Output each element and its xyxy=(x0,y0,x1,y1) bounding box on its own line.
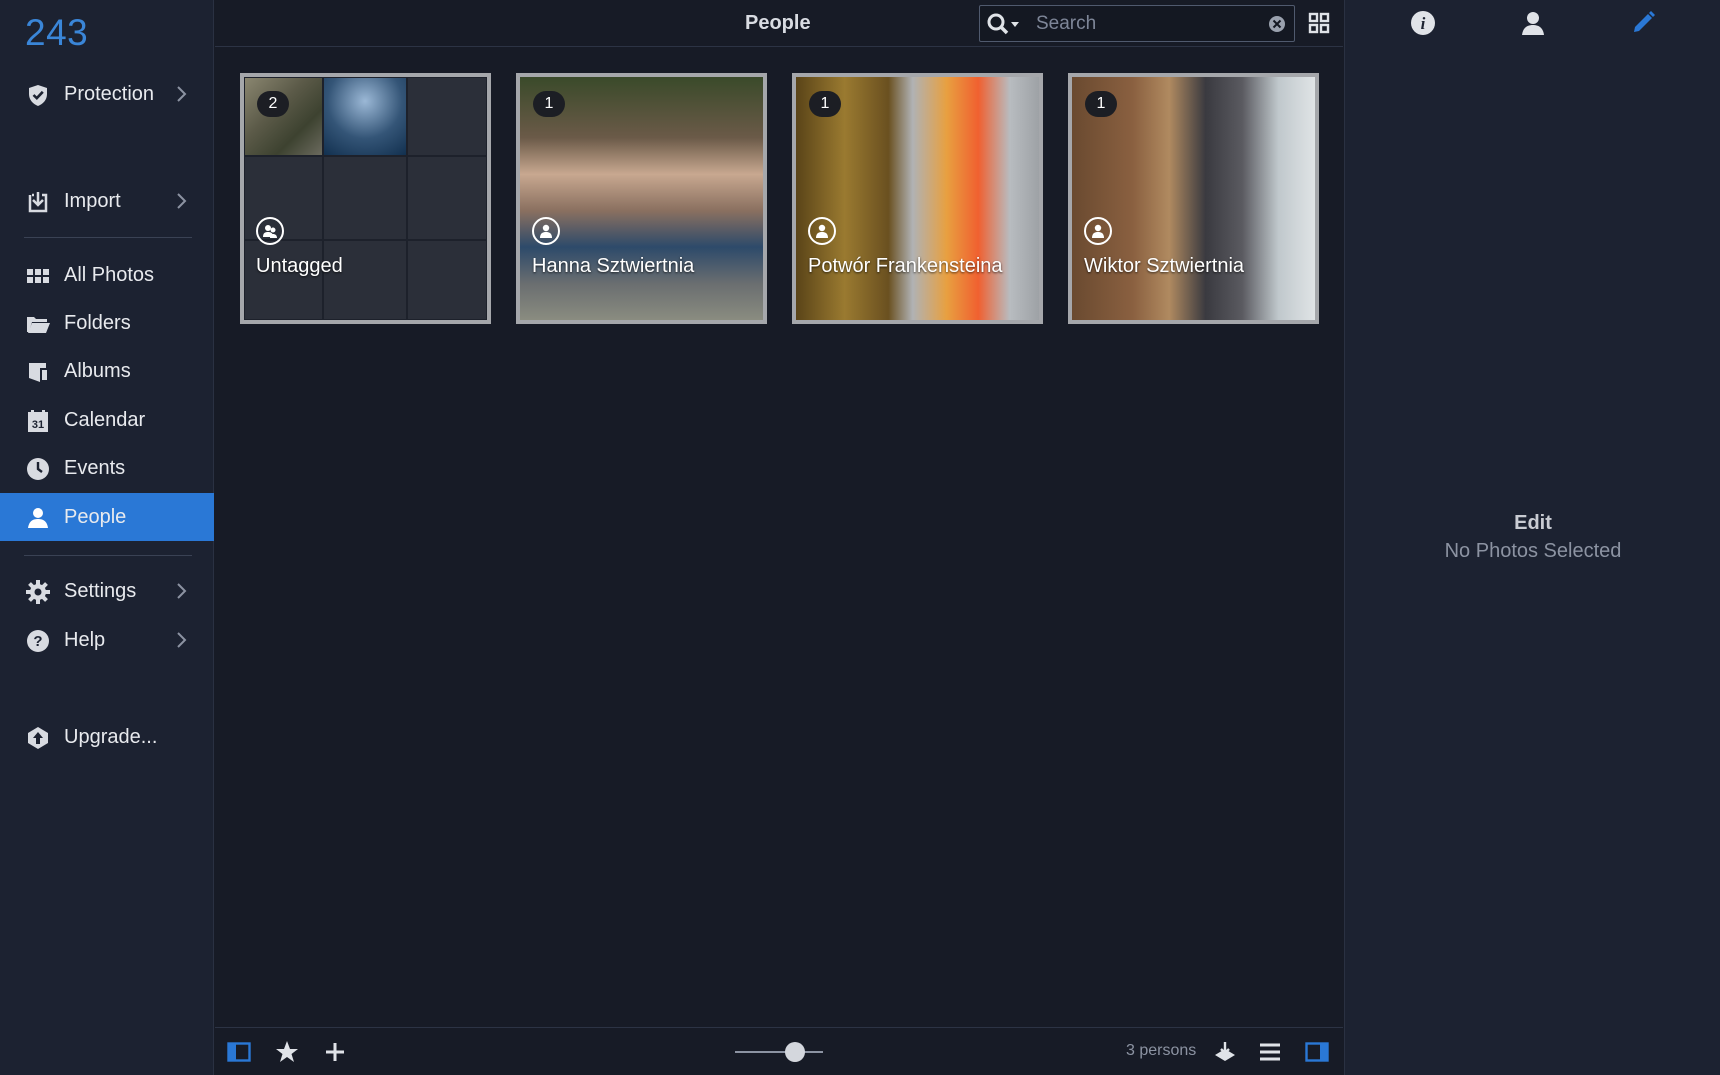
svg-text:31: 31 xyxy=(32,419,44,431)
upgrade-icon xyxy=(26,726,50,750)
photo-count-badge: 1 xyxy=(1085,91,1117,117)
sidebar-item-events[interactable]: Events xyxy=(0,444,214,492)
toggle-sidebar-icon[interactable] xyxy=(227,1040,251,1064)
add-icon[interactable] xyxy=(323,1040,347,1064)
chevron-right-icon xyxy=(176,630,188,650)
sidebar-item-protection[interactable]: Protection xyxy=(0,70,214,118)
zoom-slider-track[interactable] xyxy=(735,1051,823,1053)
sidebar-item-label: All Photos xyxy=(64,264,155,286)
zoom-slider-knob[interactable] xyxy=(785,1042,805,1062)
person-icon xyxy=(808,217,836,245)
edit-pencil-icon[interactable] xyxy=(1630,10,1656,36)
photo-count-badge: 2 xyxy=(257,91,289,117)
page-title: People xyxy=(745,12,811,34)
thumbnail-photo xyxy=(244,77,323,156)
no-selection-text: No Photos Selected xyxy=(1444,540,1622,562)
untagged-faces-icon xyxy=(256,217,284,245)
status-count: 3 persons xyxy=(1126,1042,1197,1059)
person-icon xyxy=(532,217,560,245)
chevron-right-icon xyxy=(176,191,188,211)
gear-icon xyxy=(26,580,50,604)
sidebar-item-people[interactable]: People xyxy=(0,493,214,541)
sidebar-item-label: Settings xyxy=(64,580,137,602)
sidebar-item-label: People xyxy=(64,506,127,528)
photo-count-badge: 1 xyxy=(533,91,565,117)
sidebar-item-label: Calendar xyxy=(64,409,146,431)
chevron-right-icon xyxy=(176,581,188,601)
sidebar-item-all-photos[interactable]: All Photos xyxy=(0,251,214,299)
sidebar-item-help[interactable]: ? Help xyxy=(0,616,214,664)
sidebar-divider xyxy=(24,237,192,238)
grid-cell xyxy=(323,240,407,320)
grid-icon xyxy=(26,264,50,288)
sidebar-item-settings[interactable]: Settings xyxy=(0,567,214,615)
photo-count-badge: 1 xyxy=(809,91,841,117)
header: People xyxy=(215,0,1343,47)
person-card-frankenstein[interactable]: 1 Potwór Frankensteina xyxy=(792,73,1043,324)
footer-toolbar: 3 persons xyxy=(215,1027,1343,1075)
grid-view-icon[interactable] xyxy=(1308,12,1330,34)
import-icon xyxy=(26,190,50,214)
person-name: Potwór Frankensteina xyxy=(808,255,1003,277)
sidebar-item-import[interactable]: Import xyxy=(0,177,214,225)
sidebar-item-label: Folders xyxy=(64,312,131,334)
download-icon[interactable] xyxy=(1213,1040,1237,1064)
svg-text:i: i xyxy=(1421,14,1426,33)
sidebar-item-albums[interactable]: Albums xyxy=(0,347,214,395)
person-icon xyxy=(26,506,50,530)
info-icon[interactable]: i xyxy=(1410,10,1436,36)
sidebar-item-label: Albums xyxy=(64,360,131,382)
grid-cell xyxy=(407,240,487,320)
folder-icon xyxy=(26,312,50,336)
clear-search-icon[interactable] xyxy=(1268,15,1286,33)
sidebar-item-label: Upgrade... xyxy=(64,726,158,748)
list-view-icon[interactable] xyxy=(1258,1040,1282,1064)
star-icon[interactable] xyxy=(275,1040,299,1064)
sidebar: 243 Protection Import All Photos Folders… xyxy=(0,0,214,1075)
thumbnail-photo xyxy=(323,77,407,156)
person-name: Untagged xyxy=(256,255,343,277)
help-icon: ? xyxy=(26,629,50,653)
person-tag-icon[interactable] xyxy=(1520,10,1546,36)
search-icon[interactable] xyxy=(986,12,1022,36)
inspector-panel: i Edit No Photos Selected xyxy=(1344,0,1720,1075)
person-icon xyxy=(1084,217,1112,245)
search-box[interactable] xyxy=(979,5,1295,42)
shield-check-icon xyxy=(26,83,50,107)
person-name: Wiktor Sztwiertnia xyxy=(1084,255,1245,277)
grid-cell xyxy=(323,156,407,240)
sidebar-item-calendar[interactable]: 31 Calendar xyxy=(0,396,214,444)
person-name: Hanna Sztwiertnia xyxy=(532,255,695,277)
person-card-hanna[interactable]: 1 Hanna Sztwiertnia xyxy=(516,73,767,324)
edit-title: Edit xyxy=(1514,512,1552,534)
grid-cell xyxy=(407,156,487,240)
grid-cell xyxy=(407,77,487,156)
search-input[interactable] xyxy=(1036,10,1256,38)
chevron-right-icon xyxy=(176,84,188,104)
grid-cell xyxy=(244,240,323,320)
sidebar-item-folders[interactable]: Folders xyxy=(0,299,214,347)
sidebar-item-label: Protection xyxy=(64,83,155,105)
calendar-icon: 31 xyxy=(26,409,50,433)
photo-count: 243 xyxy=(25,12,89,53)
sidebar-divider xyxy=(24,555,192,556)
person-card-wiktor[interactable]: 1 Wiktor Sztwiertnia xyxy=(1068,73,1319,324)
album-icon xyxy=(26,360,50,384)
clock-icon xyxy=(26,457,50,481)
person-card-untagged[interactable]: 2 Untagged xyxy=(240,73,491,324)
sidebar-item-label: Events xyxy=(64,457,126,479)
sidebar-item-upgrade[interactable]: Upgrade... xyxy=(0,713,214,761)
sidebar-item-label: Help xyxy=(64,629,106,651)
svg-text:?: ? xyxy=(33,633,42,650)
toggle-inspector-icon[interactable] xyxy=(1305,1040,1329,1064)
sidebar-item-label: Import xyxy=(64,190,121,212)
